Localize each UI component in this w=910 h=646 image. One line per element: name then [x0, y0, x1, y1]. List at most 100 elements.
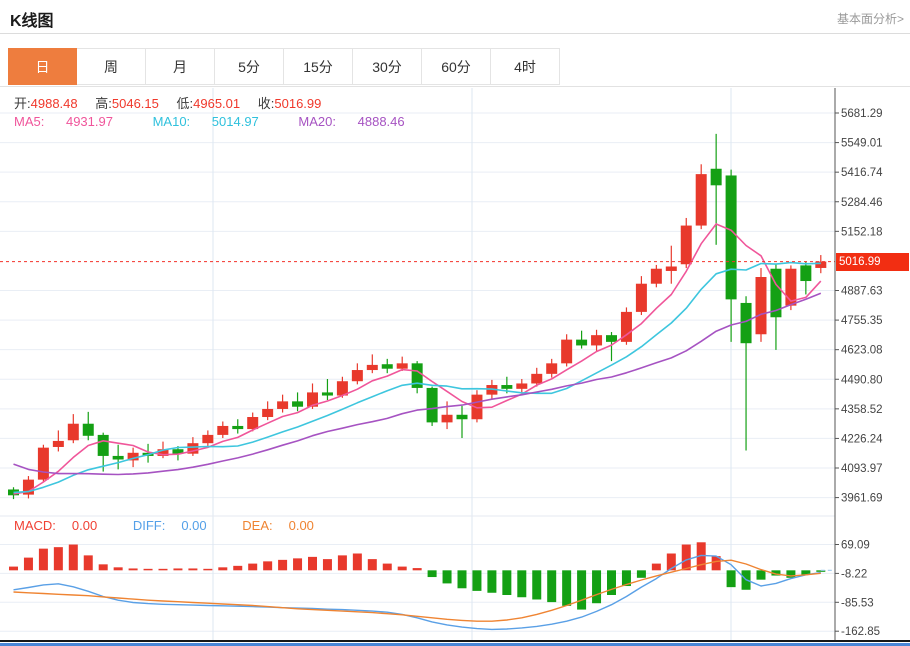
- candle-up[interactable]: [561, 339, 573, 364]
- open-label: 开:: [14, 96, 31, 111]
- candle-up[interactable]: [516, 383, 528, 389]
- ma-readout: MA5: 4931.97 MA10: 5014.97 MA20: 4888.46: [14, 114, 441, 129]
- candle-down[interactable]: [800, 265, 812, 282]
- candle-up[interactable]: [396, 363, 408, 369]
- axis-tick-label: -8.22: [841, 568, 867, 580]
- axis-tick-label: 4226.24: [841, 433, 883, 445]
- dea-value-readout: DEA: 0.00: [242, 518, 314, 533]
- macd-bar: [23, 557, 33, 571]
- candle-up[interactable]: [680, 225, 692, 265]
- macd-bar: [158, 568, 168, 571]
- candle-up[interactable]: [52, 440, 64, 447]
- axis-tick-label: 5681.29: [841, 108, 883, 120]
- high-label: 高:: [95, 96, 112, 111]
- candle-up[interactable]: [217, 425, 229, 435]
- macd-bar: [38, 548, 48, 571]
- macd-bar: [83, 555, 93, 571]
- macd-bar: [293, 558, 303, 571]
- axis-tick-label: 4623.08: [841, 345, 883, 357]
- macd-bar: [756, 570, 766, 580]
- candle-up[interactable]: [37, 447, 49, 480]
- macd-bar: [681, 544, 691, 571]
- candle-down[interactable]: [426, 387, 438, 423]
- macd-bar: [592, 570, 602, 604]
- candle-down[interactable]: [710, 168, 722, 186]
- candle-down[interactable]: [82, 423, 94, 436]
- kline-widget: 5681.29 5549.01 5416.74 5284.46 5152.18 4887.…: [0, 0, 910, 646]
- candle-up[interactable]: [441, 414, 453, 423]
- candle-up[interactable]: [815, 261, 827, 268]
- macd-bar: [233, 565, 243, 571]
- candle-up[interactable]: [247, 417, 259, 430]
- candle-down[interactable]: [97, 434, 109, 456]
- macd-bar: [352, 553, 362, 571]
- candle-up[interactable]: [695, 174, 707, 226]
- candle-down[interactable]: [112, 455, 124, 460]
- macd-bar: [651, 563, 661, 571]
- macd-bar: [382, 563, 392, 571]
- macd-bar: [532, 570, 542, 600]
- axis-tick-label: 4093.97: [841, 463, 883, 475]
- candle-up[interactable]: [650, 268, 662, 284]
- low-label: 低:: [176, 96, 194, 111]
- high-value: 5046.15: [111, 96, 159, 111]
- candle-down[interactable]: [501, 385, 513, 389]
- candle-down[interactable]: [292, 401, 304, 407]
- axis-tick-label: 5549.01: [841, 138, 883, 150]
- macd-bar: [98, 564, 108, 571]
- macd-bar: [786, 570, 796, 578]
- axis-tick-label: 5152.18: [841, 226, 883, 238]
- candle-up[interactable]: [531, 373, 543, 384]
- macd-bar: [472, 570, 482, 591]
- macd-bar: [562, 570, 572, 606]
- macd-bar: [113, 567, 123, 571]
- candle-down[interactable]: [606, 335, 617, 342]
- candle-down[interactable]: [232, 425, 244, 430]
- macd-value-readout: MACD: 0.00: [14, 518, 98, 533]
- candle-up[interactable]: [277, 401, 289, 409]
- candle-down[interactable]: [576, 339, 588, 346]
- candle-up[interactable]: [67, 423, 79, 441]
- macd-bar: [502, 570, 512, 595]
- candle-up[interactable]: [755, 277, 767, 335]
- close-label: 收:: [257, 96, 275, 111]
- candle-down[interactable]: [381, 364, 393, 369]
- macd-readout: MACD: 0.00 DIFF: 0.00 DEA: 0.00: [14, 518, 346, 533]
- macd-bar: [248, 563, 258, 571]
- macd-bar: [337, 555, 347, 571]
- macd-bar: [203, 568, 213, 571]
- candle-down[interactable]: [321, 392, 333, 396]
- macd-bar: [427, 570, 437, 578]
- macd-bar: [412, 568, 422, 571]
- axis-tick-label: 5416.74: [841, 167, 883, 179]
- macd-bar: [308, 556, 317, 571]
- macd-bar: [517, 570, 527, 598]
- candle-down[interactable]: [725, 175, 737, 300]
- candle-up[interactable]: [546, 363, 558, 374]
- axis-tick-label: 4887.63: [841, 286, 883, 298]
- macd-bar: [577, 570, 587, 610]
- candle-up[interactable]: [665, 266, 677, 271]
- axis-tick-label: -85.53: [841, 597, 874, 609]
- macd-bar: [173, 568, 183, 571]
- ma10-readout: MA10: 5014.97: [152, 114, 259, 129]
- macd-bar: [68, 544, 78, 571]
- candle-up[interactable]: [635, 283, 647, 312]
- axis-tick-label: 3961.69: [841, 493, 883, 505]
- close-value: 5016.99: [274, 96, 322, 111]
- macd-bar: [636, 570, 646, 578]
- candle-up[interactable]: [591, 335, 603, 346]
- macd-bar: [188, 568, 198, 571]
- macd-bar: [607, 570, 616, 595]
- candle-up[interactable]: [262, 408, 274, 418]
- macd-bar: [322, 559, 332, 571]
- macd-bar: [457, 570, 467, 589]
- macd-bar: [278, 559, 288, 571]
- candle-up[interactable]: [366, 364, 378, 371]
- candle-up[interactable]: [351, 370, 363, 382]
- candle-up[interactable]: [202, 434, 214, 444]
- candle-down[interactable]: [456, 414, 468, 420]
- axis-tick-label: 5284.46: [841, 197, 883, 209]
- macd-bar: [442, 570, 452, 584]
- macd-bar: [726, 570, 736, 588]
